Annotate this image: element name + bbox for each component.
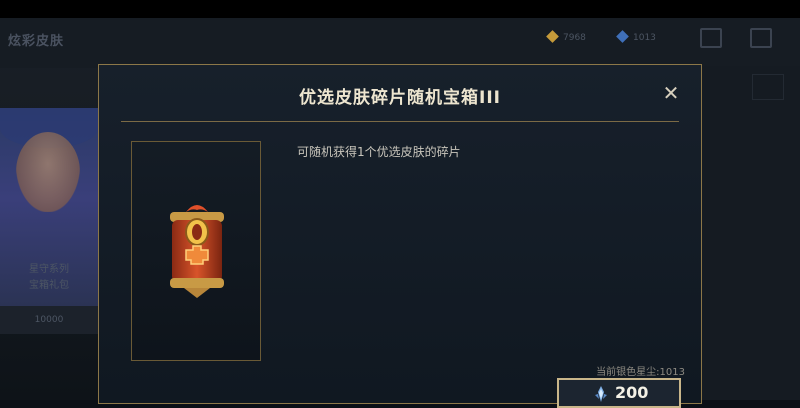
card-name-line2: 宝箱礼包 — [29, 280, 69, 291]
mail-icon[interactable] — [700, 28, 722, 48]
background-card-name: 星守系列 宝箱礼包 — [0, 262, 98, 294]
current-stardust-label: 当前银色星尘: — [596, 367, 660, 378]
card-name-line1: 星守系列 — [29, 264, 69, 275]
title-divider — [121, 121, 679, 122]
purchase-button[interactable]: 200 — [557, 378, 681, 408]
current-stardust-readout: 当前银色星尘:1013 — [567, 363, 685, 378]
gold-currency: 7968 — [546, 30, 586, 43]
card-art-character — [16, 132, 80, 212]
card-price-value: 10000 — [34, 315, 64, 325]
gold-gem-icon — [546, 30, 559, 43]
background-store-card[interactable] — [0, 108, 98, 334]
treasure-chest-icon — [170, 205, 224, 298]
blue-currency-value: 1013 — [633, 33, 656, 43]
gold-currency-value: 7968 — [563, 33, 586, 43]
store-header-title: 炫彩皮肤 — [8, 34, 65, 49]
item-preview-frame — [131, 141, 261, 361]
blue-currency: 1013 — [616, 30, 656, 43]
blue-gem-icon — [616, 30, 629, 43]
purchase-price: 200 — [615, 383, 649, 402]
background-card-price: 10000 — [0, 306, 98, 334]
close-button[interactable]: ✕ — [659, 81, 683, 105]
store-header — [0, 18, 800, 68]
dialog-title: 优选皮肤碎片随机宝箱III — [299, 88, 501, 108]
screen-top-bar — [0, 0, 800, 18]
purchase-dialog: 优选皮肤碎片随机宝箱III ✕ 可随机获得1个优选皮肤的碎片 当前银色星尘:10… — [98, 64, 702, 408]
current-stardust-value: 1013 — [659, 367, 685, 378]
right-panel-slot — [752, 74, 784, 100]
background-right-panel — [702, 66, 800, 400]
cart-icon[interactable] — [750, 28, 772, 48]
item-description: 可随机获得1个优选皮肤的碎片 — [297, 145, 461, 159]
